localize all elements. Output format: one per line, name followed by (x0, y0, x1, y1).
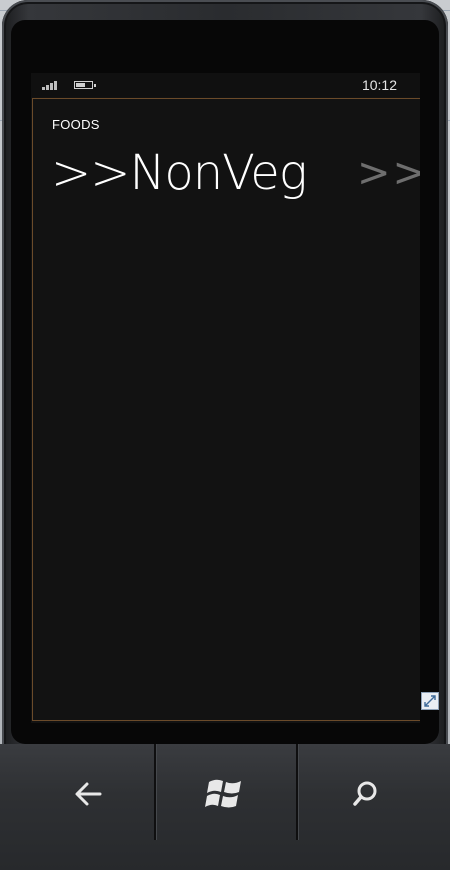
status-time: 10:12 (361, 77, 397, 93)
pivot-header-active-label: >>NonVeg (51, 145, 308, 201)
designer-canvas: 10:12 FOODS >>NonVeg >> (0, 0, 450, 870)
button-divider (296, 744, 298, 840)
battery-level (76, 83, 85, 87)
back-button[interactable] (58, 764, 118, 824)
phone-screen: 10:12 FOODS >>NonVeg >> (31, 73, 420, 723)
search-button[interactable] (335, 764, 395, 824)
start-button[interactable] (195, 764, 255, 824)
hardware-button-bar (0, 744, 450, 870)
status-bar: 10:12 (31, 73, 420, 97)
resize-handle-icon[interactable] (421, 692, 439, 710)
pivot-header-next[interactable]: >> (357, 150, 420, 196)
windows-logo-icon (205, 779, 241, 808)
battery-icon (74, 81, 96, 89)
button-divider (154, 744, 156, 840)
back-arrow-icon (75, 782, 102, 806)
signal-strength-icon (42, 80, 60, 90)
app-title: FOODS (52, 117, 100, 132)
pivot-header-active[interactable]: >>NonVeg (51, 145, 308, 201)
search-icon (353, 781, 377, 806)
